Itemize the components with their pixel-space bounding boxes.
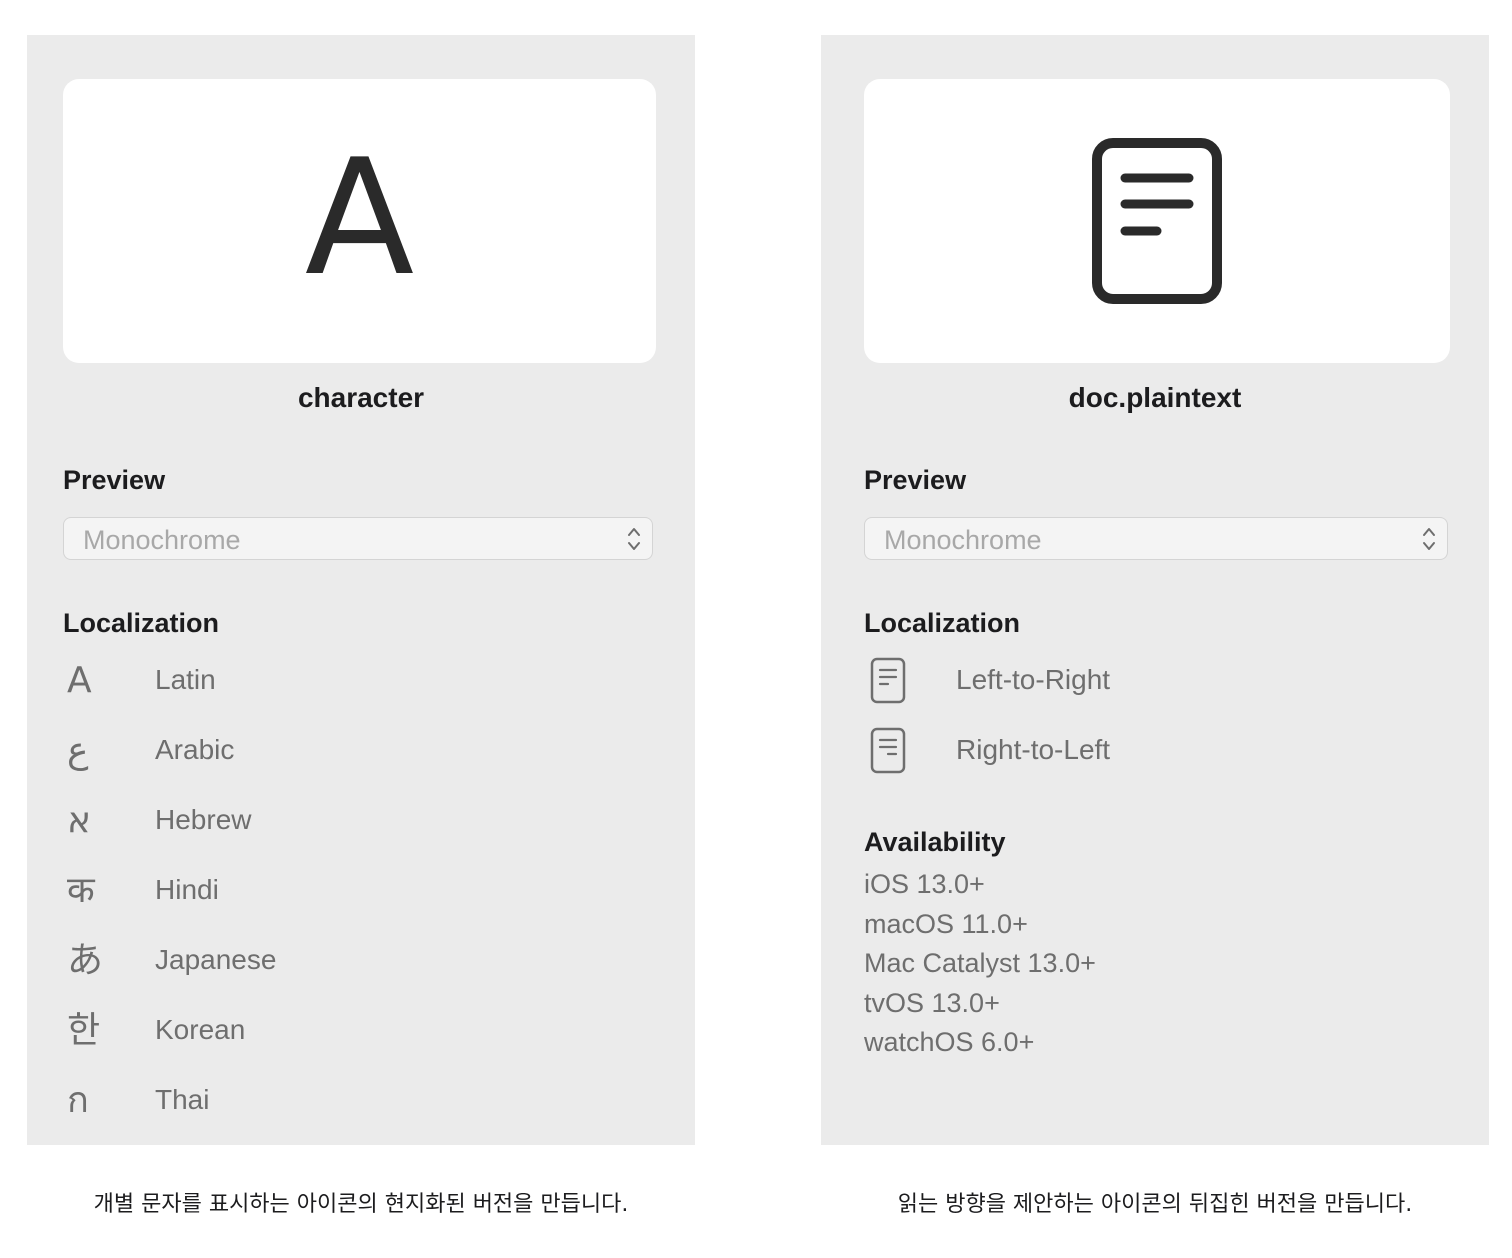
localization-label: Right-to-Left	[956, 734, 1111, 765]
preview-mode-value: Monochrome	[884, 525, 1042, 555]
preview-mode-select[interactable]: Monochrome	[864, 517, 1448, 560]
localization-label: Hebrew	[155, 804, 252, 835]
localization-section-title: Localization	[63, 608, 220, 638]
symbol-preview-card	[864, 79, 1450, 363]
thai-ko-kai-icon: ก	[67, 1080, 89, 1121]
up-down-chevron-icon	[628, 528, 640, 550]
character-symbol-icon: A	[304, 124, 415, 311]
arabic-ayn-icon: ع	[67, 730, 89, 771]
caption-left: 개별 문자를 표시하는 아이콘의 현지화된 버전을 만듭니다.	[93, 1192, 629, 1217]
localization-row-korean: 한 Korean	[63, 1006, 623, 1056]
doc-plaintext-ltr-icon	[868, 656, 918, 706]
devanagari-ka-icon: क	[67, 870, 95, 911]
hangul-han-icon: 한	[67, 1010, 101, 1051]
localization-row-hindi: क Hindi	[63, 866, 623, 916]
localization-row-latin: A Latin	[63, 656, 623, 706]
availability-watchos: watchOS 6.0+	[864, 1027, 1035, 1057]
availability-list: iOS 13.0+ macOS 11.0+ Mac Catalyst 13.0+…	[864, 865, 1096, 1063]
localization-label: Japanese	[155, 944, 277, 975]
symbol-name: doc.plaintext	[1068, 382, 1242, 413]
localization-label: Latin	[155, 664, 216, 695]
preview-mode-value: Monochrome	[83, 525, 241, 555]
availability-mac-catalyst: Mac Catalyst 13.0+	[864, 948, 1096, 978]
localization-label: Thai	[155, 1084, 210, 1115]
localization-row-left-to-right: Left-to-Right	[864, 656, 1424, 706]
doc-plaintext-rtl-icon	[868, 726, 918, 776]
availability-tvos: tvOS 13.0+	[864, 987, 1000, 1018]
localization-label: Hindi	[155, 874, 219, 905]
preview-section-title: Preview	[864, 465, 967, 495]
symbol-inspector-doc-plaintext: doc.plaintext Preview Monochrome Localiz…	[821, 35, 1489, 1145]
localization-row-right-to-left: Right-to-Left	[864, 726, 1424, 776]
localization-row-japanese: あ Japanese	[63, 936, 623, 986]
preview-section-title: Preview	[63, 465, 166, 495]
caption-right: 읽는 방향을 제안하는 아이콘의 뒤집힌 버전을 만듭니다.	[897, 1192, 1413, 1217]
availability-section-title: Availability	[864, 827, 1006, 857]
hiragana-a-icon: あ	[67, 940, 104, 981]
localization-row-hebrew: א Hebrew	[63, 796, 623, 846]
availability-ios: iOS 13.0+	[864, 869, 985, 899]
doc-plaintext-icon	[1092, 138, 1222, 304]
localization-label: Left-to-Right	[956, 664, 1111, 695]
symbol-preview-card: A	[63, 79, 656, 363]
localization-section-title: Localization	[864, 608, 1021, 638]
hebrew-alef-icon: א	[67, 800, 92, 841]
localization-label: Korean	[155, 1014, 246, 1045]
up-down-chevron-icon	[1423, 528, 1435, 550]
localization-label: Arabic	[155, 734, 235, 765]
localization-row-thai: ก Thai	[63, 1076, 623, 1126]
symbol-inspector-character: A character Preview Monochrome Localizat…	[27, 35, 695, 1145]
latin-a-icon: A	[67, 660, 92, 701]
localization-row-arabic: ع Arabic	[63, 726, 623, 776]
symbol-name: character	[297, 382, 425, 413]
availability-macos: macOS 11.0+	[864, 908, 1028, 939]
preview-mode-select[interactable]: Monochrome	[63, 517, 653, 560]
